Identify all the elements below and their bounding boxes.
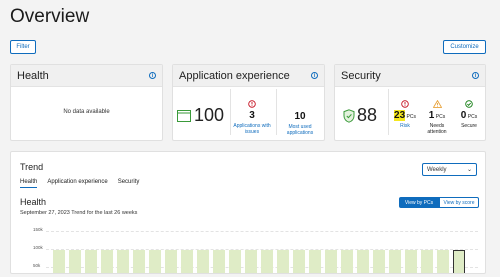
app-experience-card: Application experience i 100 3 Applicati… [172, 64, 325, 141]
info-icon[interactable]: i [472, 72, 479, 79]
chart-bar[interactable] [165, 250, 177, 273]
chart-bar[interactable] [341, 250, 353, 273]
secure-value: 0 [460, 110, 467, 122]
security-card-title: Security [341, 69, 381, 82]
health-card-header: Health i [11, 65, 162, 87]
trend-title: Trend [20, 162, 44, 172]
risk-value: 23 [394, 110, 406, 122]
chart-bar[interactable] [85, 250, 97, 273]
info-icon[interactable]: i [149, 72, 156, 79]
chart-bar[interactable] [69, 250, 81, 273]
period-select[interactable]: Weekly ⌄ [422, 163, 477, 176]
secure-unit: PCs [467, 114, 478, 121]
info-icon[interactable]: i [311, 72, 318, 79]
chart-bar[interactable] [453, 250, 465, 273]
security-card: Security i 88 23 PCs Risk 1 PCs Needs at… [334, 64, 486, 141]
app-issues-metric[interactable]: 3 Applications with issues [231, 100, 273, 135]
chart-bar[interactable] [357, 250, 369, 273]
page-title: Overview [10, 6, 90, 27]
trend-panel: Trend Health Application experience Secu… [10, 151, 486, 274]
tab-application-experience[interactable]: Application experience [47, 179, 107, 188]
chart-section-title: Health [20, 197, 47, 207]
chart-bar[interactable] [293, 250, 305, 273]
most-used-link[interactable]: Most used applications [278, 124, 322, 137]
error-icon [248, 100, 256, 108]
chart-bar[interactable] [405, 250, 417, 273]
view-by-pcs-button[interactable]: View by PCs [399, 197, 439, 208]
chart-bar[interactable] [421, 250, 433, 273]
chart-bar[interactable] [277, 250, 289, 273]
chart-bar[interactable] [325, 250, 337, 273]
chart-bar[interactable] [261, 250, 273, 273]
chart-bar[interactable] [101, 250, 113, 273]
chart-bar[interactable] [181, 250, 193, 273]
filter-button[interactable]: Filter [10, 40, 36, 54]
customize-button[interactable]: Customize [443, 40, 486, 54]
check-circle-icon [465, 100, 473, 108]
secure-metric[interactable]: 0 PCs Secure [454, 100, 484, 129]
app-issues-value: 3 [249, 110, 255, 122]
needs-attention-metric[interactable]: 1 PCs Needs attention [422, 99, 452, 135]
chart-subtitle: September 27, 2023 Trend for the last 26… [20, 210, 138, 216]
gridline [46, 231, 478, 232]
chart-bar[interactable] [197, 250, 209, 273]
app-score-value: 100 [194, 105, 225, 125]
chart-bar[interactable] [373, 250, 385, 273]
window-icon [177, 109, 191, 122]
y-tick: 50k [33, 263, 41, 268]
app-score: 100 [177, 105, 224, 126]
app-card-header: Application experience i [173, 65, 324, 87]
chart-bar[interactable] [229, 250, 241, 273]
chart-bar[interactable] [437, 250, 449, 273]
no-data-message: No data available [63, 109, 110, 115]
needs-attention-value: 1 [428, 110, 435, 122]
y-tick: 150k [33, 227, 43, 232]
health-card-title: Health [17, 69, 49, 82]
chart-bar[interactable] [213, 250, 225, 273]
chevron-down-icon: ⌄ [466, 167, 472, 173]
health-card: Health i No data available [10, 64, 163, 141]
risk-link[interactable]: Risk [390, 123, 420, 129]
warning-icon [432, 99, 442, 108]
trend-tabs: Health Application experience Security [20, 179, 139, 188]
security-score-value: 88 [357, 105, 378, 125]
chart-bar[interactable] [245, 250, 257, 273]
security-card-header: Security i [335, 65, 485, 87]
needs-attention-unit: PCs [435, 114, 446, 121]
tab-health[interactable]: Health [20, 179, 38, 188]
most-used-value: 10 [294, 111, 306, 122]
chart-bar[interactable] [389, 250, 401, 273]
app-card-title: Application experience [179, 69, 290, 82]
shield-icon [343, 108, 355, 123]
most-used-metric[interactable]: 10 Most used applications [278, 111, 322, 136]
chart-bar[interactable] [309, 250, 321, 273]
needs-attention-label: Needs attention [427, 122, 447, 135]
risk-metric[interactable]: 23 PCs Risk [390, 100, 420, 129]
chart-bar[interactable] [53, 250, 65, 273]
y-tick: 100k [33, 245, 43, 250]
chart-bar[interactable] [133, 250, 145, 273]
risk-unit: PCs [406, 114, 416, 121]
secure-label: Secure [461, 122, 477, 129]
app-issues-link[interactable]: Applications with issues [231, 123, 273, 136]
chart-bar[interactable] [117, 250, 129, 273]
period-select-value: Weekly [427, 166, 447, 173]
view-by-score-button[interactable]: View by score [439, 197, 479, 208]
chart-bar[interactable] [149, 250, 161, 273]
error-icon [401, 100, 409, 108]
tab-security[interactable]: Security [118, 179, 140, 188]
security-score: 88 [343, 105, 377, 126]
